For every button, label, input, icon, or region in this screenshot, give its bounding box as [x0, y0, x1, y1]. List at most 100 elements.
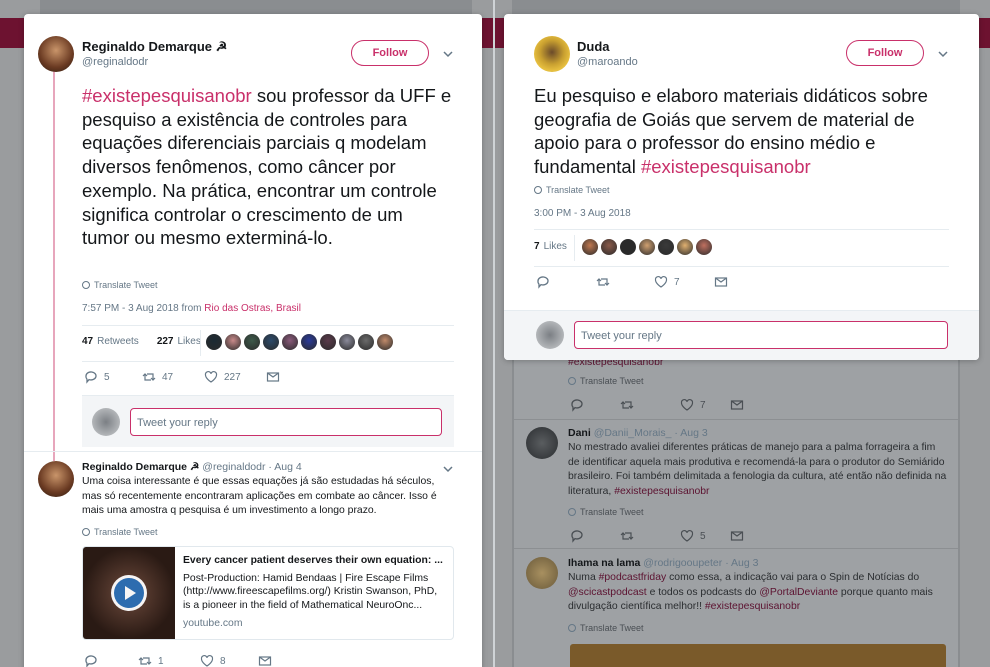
liker-avatar[interactable]: [377, 334, 393, 350]
retweet-button[interactable]: [620, 398, 680, 412]
like-button[interactable]: 227: [204, 370, 266, 384]
video-thumbnail[interactable]: [83, 547, 175, 639]
avatar[interactable]: [526, 427, 558, 459]
link-title: Every cancer patient deserves their own …: [183, 555, 443, 566]
retweet-button[interactable]: 1: [138, 654, 200, 667]
liker-avatar[interactable]: [358, 334, 374, 350]
liker-avatar[interactable]: [582, 239, 598, 255]
liker-avatar[interactable]: [601, 239, 617, 255]
link-domain: youtube.com: [183, 617, 243, 629]
liker-avatar[interactable]: [225, 334, 241, 350]
author-handle[interactable]: @reginaldodr: [202, 461, 265, 473]
retweet-button[interactable]: [620, 529, 680, 543]
follow-button[interactable]: Follow: [846, 40, 924, 66]
location-link[interactable]: Rio das Ostras, Brasil: [204, 303, 301, 314]
likes-label[interactable]: Likes: [544, 241, 567, 252]
author-handle[interactable]: @reginaldodr: [82, 56, 148, 68]
like-button[interactable]: 7: [654, 275, 714, 289]
liker-avatar[interactable]: [639, 239, 655, 255]
play-icon[interactable]: [111, 575, 147, 611]
liker-avatar[interactable]: [658, 239, 674, 255]
author-name[interactable]: Reginaldo Demarque ☭: [82, 461, 199, 473]
chevron-down-icon[interactable]: [938, 49, 948, 59]
retweet-button[interactable]: [596, 275, 654, 289]
retweets-label[interactable]: Retweets: [97, 336, 139, 347]
liker-avatar[interactable]: [677, 239, 693, 255]
translate-link[interactable]: Translate Tweet: [568, 623, 644, 633]
liker-avatar[interactable]: [206, 334, 222, 350]
translate-link[interactable]: Translate Tweet: [82, 280, 158, 290]
reply-button[interactable]: [536, 275, 596, 289]
author-avatar[interactable]: [38, 461, 74, 497]
globe-icon: [82, 281, 90, 289]
author-handle[interactable]: @rodrigooupeter: [643, 557, 722, 569]
hashtag-link[interactable]: #podcastfriday: [599, 572, 667, 583]
liker-avatar[interactable]: [620, 239, 636, 255]
background-timeline: #existepesquisanobr Translate Tweet 7 Da…: [514, 356, 958, 667]
retweets-count[interactable]: 47: [82, 336, 93, 347]
chevron-down-icon[interactable]: [443, 49, 453, 59]
tweet-timestamp[interactable]: 3:00 PM - 3 Aug 2018: [534, 208, 631, 219]
liker-avatar[interactable]: [263, 334, 279, 350]
likes-count[interactable]: 7: [534, 241, 540, 252]
liker-avatar[interactable]: [301, 334, 317, 350]
media-preview[interactable]: [570, 644, 946, 667]
chevron-down-icon[interactable]: [443, 464, 453, 474]
author-name[interactable]: Duda: [577, 39, 610, 54]
reply-icon: [571, 399, 583, 412]
heart-icon: [204, 370, 218, 383]
message-button[interactable]: [266, 370, 280, 384]
retweet-icon: [620, 532, 634, 540]
mention-link[interactable]: @scicastpodcast: [568, 587, 647, 598]
mention-link[interactable]: @PortalDeviante: [759, 587, 838, 598]
tweet-modal-left: Reginaldo Demarque ☭ @reginaldodr Follow…: [24, 14, 482, 667]
reply-input[interactable]: Tweet your reply: [574, 321, 948, 349]
liker-avatar[interactable]: [244, 334, 260, 350]
reply-input[interactable]: Tweet your reply: [130, 408, 442, 436]
link-preview-body: Every cancer patient deserves their own …: [175, 547, 453, 639]
avatar[interactable]: [526, 557, 558, 589]
author-avatar[interactable]: [38, 36, 74, 72]
translate-link[interactable]: Translate Tweet: [568, 376, 644, 386]
separator: [82, 325, 454, 326]
hashtag-link[interactable]: #existepesquisanobr: [614, 486, 709, 497]
translate-link[interactable]: Translate Tweet: [534, 185, 610, 195]
like-button[interactable]: 7: [680, 398, 730, 412]
retweet-icon: [142, 373, 156, 381]
translate-link[interactable]: Translate Tweet: [82, 527, 158, 537]
like-button[interactable]: 8: [200, 654, 258, 667]
reply-button[interactable]: [570, 529, 620, 543]
liker-avatar[interactable]: [339, 334, 355, 350]
liker-avatar[interactable]: [320, 334, 336, 350]
hashtag-link[interactable]: #existepesquisanobr: [82, 85, 252, 106]
like-button[interactable]: 5: [680, 529, 730, 543]
author-name[interactable]: Ihama na lama: [568, 557, 640, 569]
message-button[interactable]: [730, 529, 744, 543]
hashtag-link[interactable]: #existepesquisanobr: [641, 156, 811, 177]
liker-avatar[interactable]: [696, 239, 712, 255]
author-avatar[interactable]: [534, 36, 570, 72]
likes-label[interactable]: Likes: [178, 336, 201, 347]
hashtag-link[interactable]: #existepesquisanobr: [705, 601, 800, 612]
link-preview-card[interactable]: Every cancer patient deserves their own …: [82, 546, 454, 640]
author-name[interactable]: Reginaldo Demarque ☭: [82, 39, 227, 55]
author-handle[interactable]: @maroando: [577, 56, 638, 68]
liker-avatar[interactable]: [282, 334, 298, 350]
separator: [82, 361, 454, 362]
tweet-date[interactable]: · Aug 3: [725, 557, 758, 569]
reply-button[interactable]: [84, 654, 138, 667]
message-button[interactable]: [714, 275, 728, 289]
likes-count[interactable]: 227: [157, 336, 174, 347]
reply-button[interactable]: 5: [84, 370, 142, 384]
reply-icon: [537, 276, 549, 289]
follow-button[interactable]: Follow: [351, 40, 429, 66]
translate-link[interactable]: Translate Tweet: [568, 507, 644, 517]
tweet-date[interactable]: · Aug 3: [674, 427, 707, 439]
tweet-date[interactable]: · Aug 4: [268, 461, 301, 473]
reply-button[interactable]: [570, 398, 620, 412]
retweet-button[interactable]: 47: [142, 370, 204, 384]
message-button[interactable]: [258, 654, 272, 667]
author-name[interactable]: Dani: [568, 427, 591, 439]
message-button[interactable]: [730, 398, 744, 412]
author-handle[interactable]: @Danii_Morais_: [594, 427, 672, 439]
